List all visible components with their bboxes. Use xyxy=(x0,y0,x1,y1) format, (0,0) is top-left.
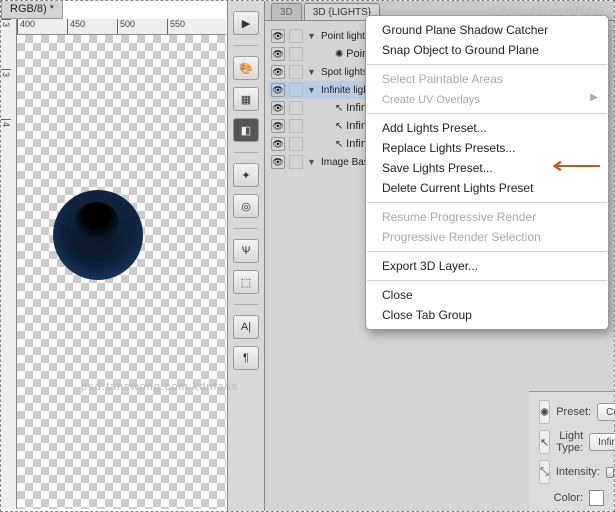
canvas-checkerboard[interactable] xyxy=(17,35,226,509)
grid-icon[interactable]: ▦ xyxy=(233,87,259,111)
ruler-tick: 4 xyxy=(1,119,11,169)
cube-icon[interactable]: ⬚ xyxy=(233,270,259,294)
menu-render-selection: Progressive Render Selection xyxy=(366,227,608,247)
annotation-arrow-icon: ⟵ xyxy=(552,153,602,179)
ruler-tick: 3 xyxy=(1,69,11,119)
type-a-icon[interactable]: A| xyxy=(233,315,259,339)
color-label: Color: xyxy=(554,492,583,504)
visibility-icon[interactable]: 👁 xyxy=(271,29,285,43)
light-type-icon[interactable]: ↖ xyxy=(539,430,550,454)
watermark-text: psd.fanswong.com kdnfans xyxy=(81,381,238,393)
menu-create-uv: Create UV Overlays▶ xyxy=(366,89,608,109)
disclosure-icon[interactable]: ▼ xyxy=(307,157,317,167)
paragraph-icon[interactable]: ¶ xyxy=(233,346,259,370)
play-icon[interactable]: ▶ xyxy=(233,11,259,35)
light-aim-icon[interactable]: ⤡ xyxy=(539,460,550,484)
ruler-tick: 3 xyxy=(1,19,11,69)
menu-delete-lights-preset[interactable]: Delete Current Lights Preset xyxy=(366,178,608,198)
menu-export-3d-layer[interactable]: Export 3D Layer... xyxy=(366,256,608,276)
document-tab[interactable]: RGB/8) * xyxy=(1,1,63,19)
disclosure-icon[interactable]: ▼ xyxy=(307,85,317,95)
menu-select-paintable: Select Paintable Areas xyxy=(366,69,608,89)
ruler-tick: 400 xyxy=(17,19,67,34)
menu-add-lights-preset[interactable]: Add Lights Preset... xyxy=(366,118,608,138)
wand-icon[interactable]: ✦ xyxy=(233,163,259,187)
menu-separator xyxy=(367,113,607,114)
menu-resume-render: Resume Progressive Render xyxy=(366,207,608,227)
menu-ground-plane-shadow[interactable]: Ground Plane Shadow Catcher xyxy=(366,20,608,40)
submenu-arrow-icon: ▶ xyxy=(590,92,598,103)
visibility-icon[interactable]: 👁 xyxy=(271,83,285,97)
visibility-icon[interactable]: 👁 xyxy=(271,47,285,61)
ruler-tick: 450 xyxy=(67,19,117,34)
preset-label: Preset: xyxy=(556,406,591,418)
watermark-top-text: 思缘设计论坛 PS教程论坛 xyxy=(488,3,604,18)
disclosure-icon[interactable]: ▼ xyxy=(307,67,317,77)
ruler-tick: 550 xyxy=(167,19,217,34)
menu-separator xyxy=(367,202,607,203)
light-properties-panel: ✺ Preset: Custom ↖ Light Type: Infinite … xyxy=(529,391,614,511)
visibility-icon[interactable]: 👁 xyxy=(271,137,285,151)
ruler-horizontal: 400 450 500 550 xyxy=(17,19,226,35)
menu-separator xyxy=(367,280,607,281)
visibility-icon[interactable]: 👁 xyxy=(271,65,285,79)
menu-separator xyxy=(367,64,607,65)
canvas-area: 400 450 500 550 3 3 4 xyxy=(1,19,226,509)
ruler-vertical: 3 3 4 xyxy=(1,19,17,509)
preset-select[interactable]: Custom xyxy=(597,403,615,421)
visibility-icon[interactable]: 👁 xyxy=(271,101,285,115)
3d-object-sphere[interactable] xyxy=(53,190,143,280)
light-type-label: Light Type: xyxy=(556,430,583,454)
circle-icon[interactable]: ◎ xyxy=(233,194,259,218)
palette-icon[interactable]: 🎨 xyxy=(233,56,259,80)
light-preset-icon[interactable]: ✺ xyxy=(539,400,550,424)
intensity-label: Intensity: xyxy=(556,466,600,478)
visibility-icon[interactable]: 👁 xyxy=(271,155,285,169)
dark-tool-icon[interactable]: ◧ xyxy=(233,118,259,142)
usb-icon[interactable]: Ѱ xyxy=(233,239,259,263)
slider-thumb[interactable] xyxy=(606,467,614,478)
disclosure-icon[interactable]: ▼ xyxy=(307,31,317,41)
visibility-icon[interactable]: 👁 xyxy=(271,119,285,133)
menu-separator xyxy=(367,251,607,252)
vertical-toolbar: ▶ 🎨 ▦ ◧ ✦ ◎ Ѱ ⬚ A| ¶ xyxy=(227,1,265,511)
menu-close-tab-group[interactable]: Close Tab Group xyxy=(366,305,608,325)
menu-snap-object[interactable]: Snap Object to Ground Plane xyxy=(366,40,608,60)
light-type-select[interactable]: Infinite xyxy=(589,433,615,451)
ruler-tick: 500 xyxy=(117,19,167,34)
color-swatch[interactable] xyxy=(589,490,604,506)
menu-close[interactable]: Close xyxy=(366,285,608,305)
tab-3d[interactable]: 3D xyxy=(271,3,302,20)
